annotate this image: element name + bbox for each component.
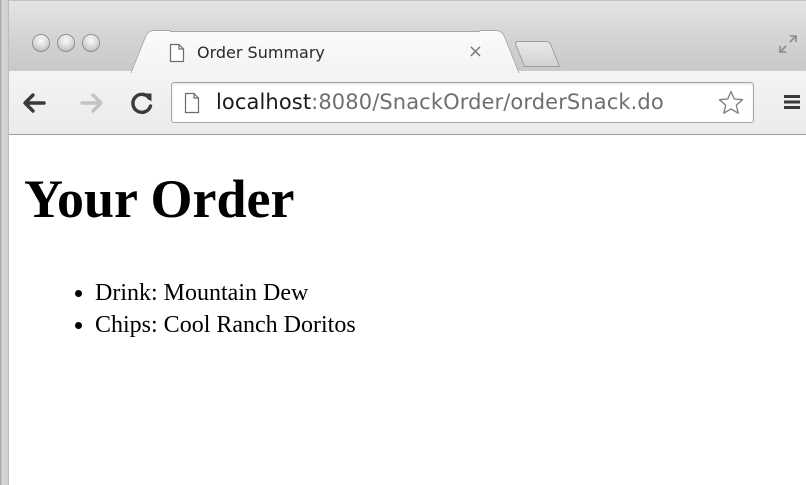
browser-window: Order Summary × localhost:8080/SnackOrde… [0, 0, 806, 485]
list-item-chips: Chips: Cool Ranch Doritos [95, 309, 356, 341]
star-icon[interactable] [717, 89, 745, 117]
hamburger-menu-icon[interactable] [782, 93, 802, 111]
address-bar[interactable]: localhost:8080/SnackOrder/orderSnack.do [171, 82, 754, 123]
back-button[interactable] [20, 89, 48, 117]
tab-title: Order Summary [197, 43, 325, 62]
window-zoom-button[interactable] [82, 34, 100, 52]
url-text[interactable]: localhost:8080/SnackOrder/orderSnack.do [216, 90, 664, 114]
url-host: localhost [216, 90, 312, 114]
page-icon [169, 43, 185, 63]
fullscreen-icon[interactable] [778, 34, 798, 54]
page-content: Your Order Drink: Mountain Dew Chips: Co… [9, 135, 806, 485]
page-title: Your Order [24, 169, 295, 229]
page-icon [184, 92, 200, 114]
reload-button[interactable] [128, 89, 156, 117]
url-path: :8080/SnackOrder/orderSnack.do [311, 90, 664, 114]
list-item-drink: Drink: Mountain Dew [95, 277, 356, 309]
new-tab-button[interactable] [513, 41, 561, 67]
browser-toolbar: localhost:8080/SnackOrder/orderSnack.do [0, 71, 806, 135]
window-close-button[interactable] [32, 34, 50, 52]
tab-close-icon[interactable]: × [468, 41, 483, 62]
tab-strip: Order Summary × [0, 0, 806, 73]
tab-order-summary[interactable]: Order Summary × [152, 31, 498, 73]
forward-button[interactable] [78, 89, 106, 117]
window-minimize-button[interactable] [57, 34, 75, 52]
order-list: Drink: Mountain Dew Chips: Cool Ranch Do… [55, 277, 356, 341]
